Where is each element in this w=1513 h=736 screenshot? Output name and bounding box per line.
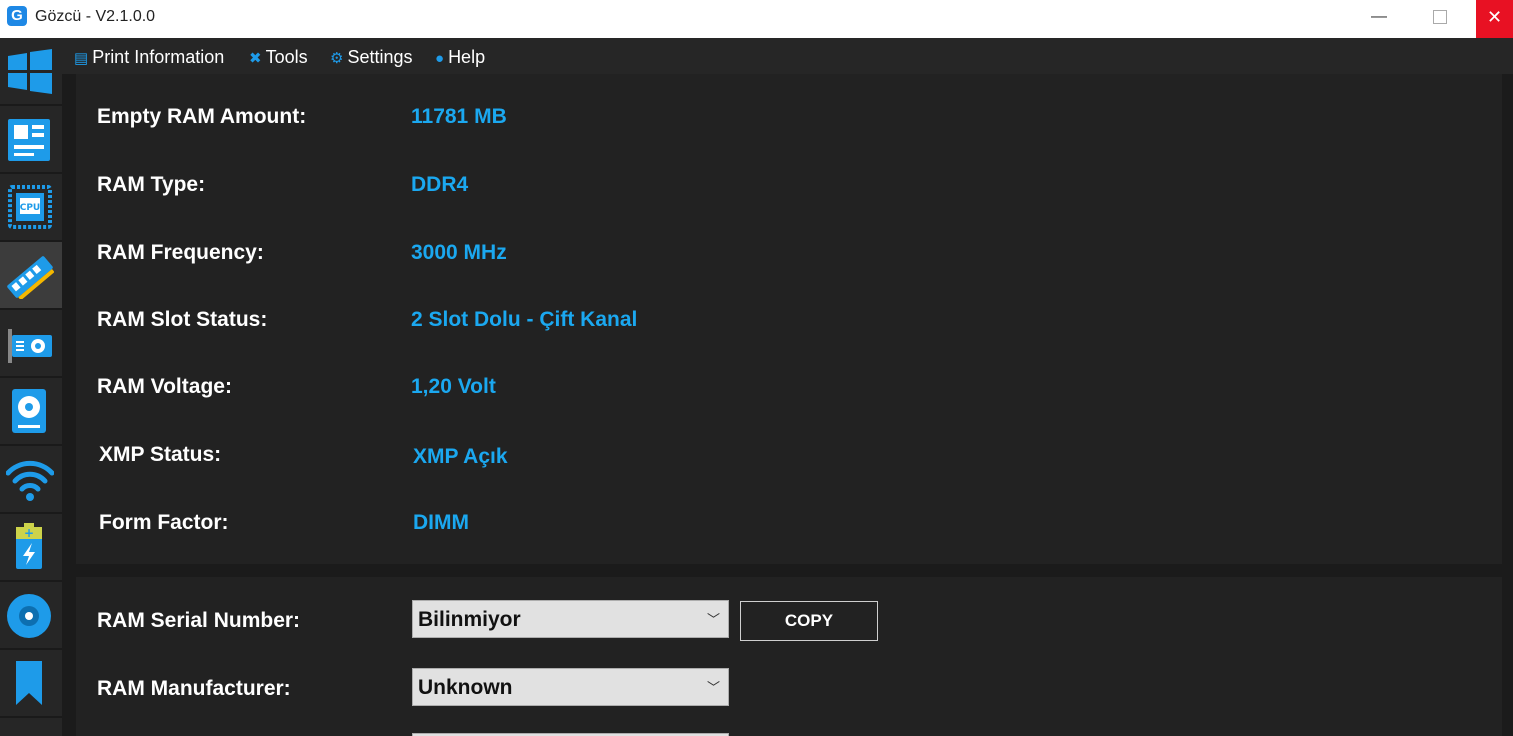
chevron-down-icon: ﹀ [706,680,720,695]
scroll-gutter [1502,74,1513,736]
xmp-status-label: XMP Status: [99,443,222,466]
select-value: Unknown [418,676,513,699]
ram-frequency-label: RAM Frequency: [97,241,264,264]
ram-info-panel [76,74,1502,564]
sidebar-item-gpu[interactable] [0,310,62,378]
sidebar-item-storage[interactable] [0,378,62,446]
disc-icon [7,594,51,638]
form-factor-value: DIMM [413,511,469,534]
menu-label: Tools [265,47,308,67]
app-logo-icon: G [7,6,27,26]
menu-tools[interactable]: ✖ Tools [249,47,308,68]
window-title: Gözcü - V2.1.0.0 [35,8,156,25]
cpu-icon: CPU [8,185,52,229]
chevron-down-icon: ﹀ [706,612,720,627]
bookmark-icon [16,661,42,705]
sidebar-item-cpu[interactable]: CPU [0,174,62,242]
sidebar-item-windows[interactable] [0,38,62,106]
ram-slot-status-label: RAM Slot Status: [97,308,268,331]
ram-manufacturer-label: RAM Manufacturer: [97,677,291,700]
ram-type-label: RAM Type: [97,173,206,196]
gear-icon: ⚙ [330,50,344,67]
sidebar-item-ram[interactable] [0,242,62,310]
hard-drive-icon [12,389,46,433]
maximize-icon [1433,9,1447,24]
help-icon: ● [435,50,445,67]
close-button[interactable]: ✕ [1476,0,1513,38]
menu-label: Settings [347,47,413,67]
sidebar: CPU + [0,38,62,736]
ram-voltage-value: 1,20 Volt [411,375,496,398]
menu-label: Help [448,47,486,67]
ram-manufacturer-select[interactable]: Unknown ﹀ [412,668,729,706]
ram-serial-number-label: RAM Serial Number: [97,609,301,632]
ram-frequency-value: 3000 MHz [411,241,507,264]
maximize-button[interactable] [1416,0,1464,38]
battery-icon: + [16,523,42,569]
print-icon: ▤ [74,50,89,67]
sidebar-item-motherboard[interactable] [0,106,62,174]
sidebar-item-network[interactable] [0,446,62,514]
form-factor-label: Form Factor: [99,511,229,534]
ram-type-value: DDR4 [411,173,469,196]
title-bar: G Gözcü - V2.1.0.0 — ✕ [0,0,1513,38]
menu-print-information[interactable]: ▤ Print Information [74,47,224,68]
ram-serial-number-select[interactable]: Bilinmiyor ﹀ [412,600,729,638]
ram-icon [7,256,54,299]
ram-voltage-label: RAM Voltage: [97,375,232,398]
menu-help[interactable]: ● Help [435,47,485,68]
empty-ram-value: 11781 MB [411,105,507,128]
svg-text:CPU: CPU [20,203,41,213]
ram-slot-status-value: 2 Slot Dolu - Çift Kanal [411,308,638,331]
select-value: Bilinmiyor [418,608,521,631]
sidebar-item-bookmark[interactable] [0,650,62,718]
sidebar-item-battery[interactable]: + [0,514,62,582]
sidebar-item-disc[interactable] [0,582,62,650]
empty-ram-label: Empty RAM Amount: [97,105,307,128]
motherboard-icon [8,119,50,161]
menu-settings[interactable]: ⚙ Settings [330,47,413,68]
minimize-button[interactable]: — [1355,0,1403,38]
menu-label: Print Information [92,47,225,67]
wifi-icon [6,460,54,501]
svg-text:+: + [24,526,34,540]
copy-button[interactable]: COPY [740,601,878,641]
tools-icon: ✖ [249,50,262,67]
gpu-icon [8,329,52,363]
menu-bar: ▤ Print Information ✖ Tools ⚙ Settings ● Hel… [62,38,1513,74]
xmp-status-value: XMP Açık [413,445,508,468]
windows-icon [8,49,52,94]
